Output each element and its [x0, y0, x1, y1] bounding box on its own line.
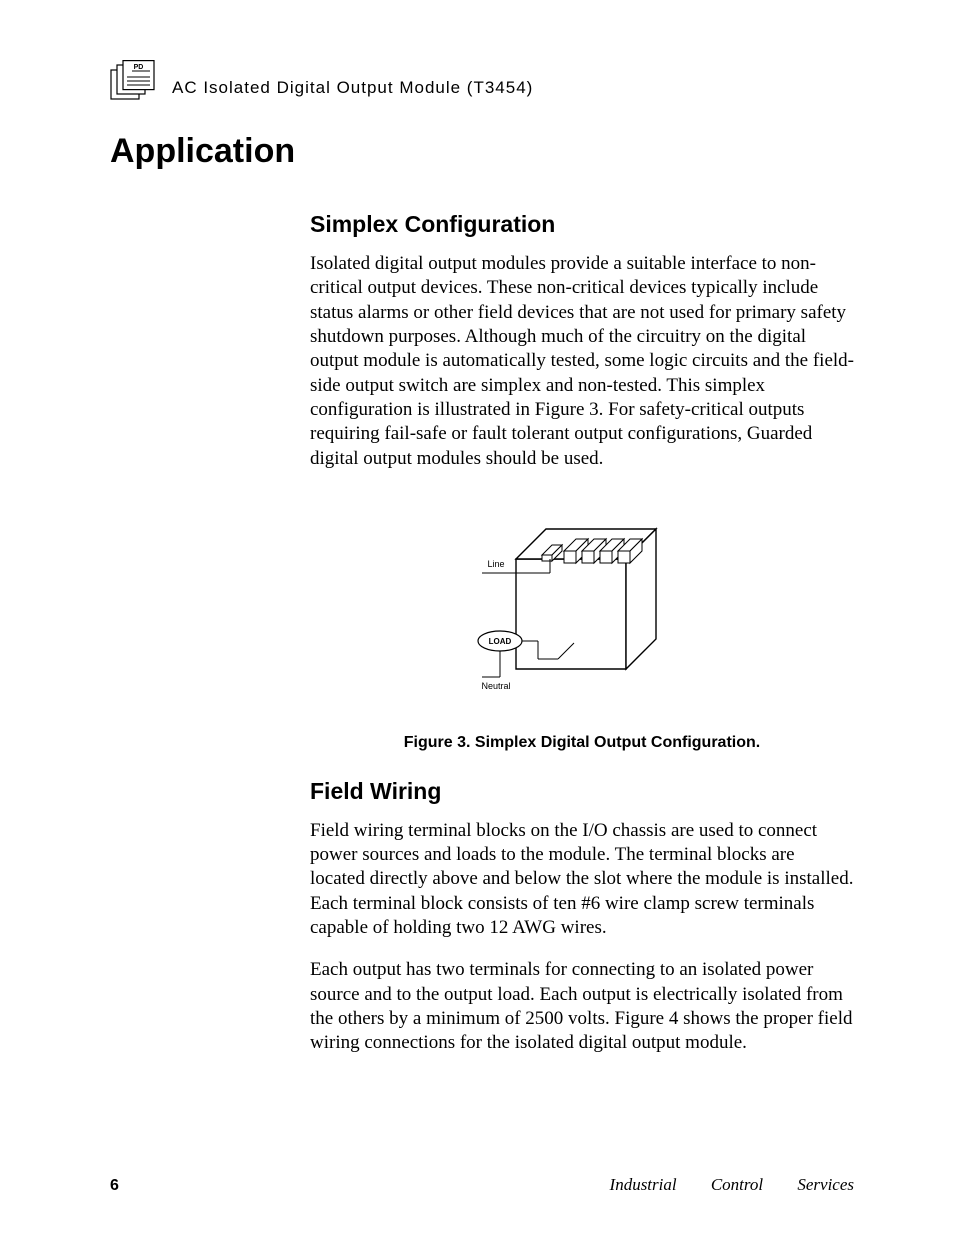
- figure-label-line: Line: [487, 559, 504, 569]
- content-column: Simplex Configuration Isolated digital o…: [310, 211, 854, 1056]
- page: PD AC Isolated Digital Output Module (T3…: [0, 0, 954, 1235]
- simplex-heading: Simplex Configuration: [310, 211, 854, 238]
- figure-label-load: LOAD: [489, 637, 512, 646]
- simplex-diagram-icon: Line LOAD Neutral: [452, 511, 712, 701]
- svg-text:PD: PD: [134, 64, 144, 71]
- field-wiring-heading: Field Wiring: [310, 778, 854, 805]
- page-footer: 6 Industrial Control Services: [110, 1175, 854, 1195]
- field-wiring-p2: Each output has two terminals for connec…: [310, 958, 854, 1055]
- document-stack-icon: PD: [110, 60, 156, 100]
- simplex-body: Isolated digital output modules provide …: [310, 252, 854, 471]
- section-title: Application: [110, 132, 854, 171]
- page-number: 6: [110, 1177, 119, 1195]
- running-title: AC Isolated Digital Output Module (T3454…: [172, 78, 533, 100]
- figure-caption: Figure 3. Simplex Digital Output Configu…: [310, 734, 854, 752]
- figure-label-neutral: Neutral: [481, 681, 510, 691]
- field-wiring-p1: Field wiring terminal blocks on the I/O …: [310, 819, 854, 941]
- page-header: PD AC Isolated Digital Output Module (T3…: [110, 60, 854, 100]
- footer-text: Industrial Control Services: [610, 1175, 854, 1195]
- figure-3: Line LOAD Neutral Figure 3. Simplex Digi…: [310, 511, 854, 752]
